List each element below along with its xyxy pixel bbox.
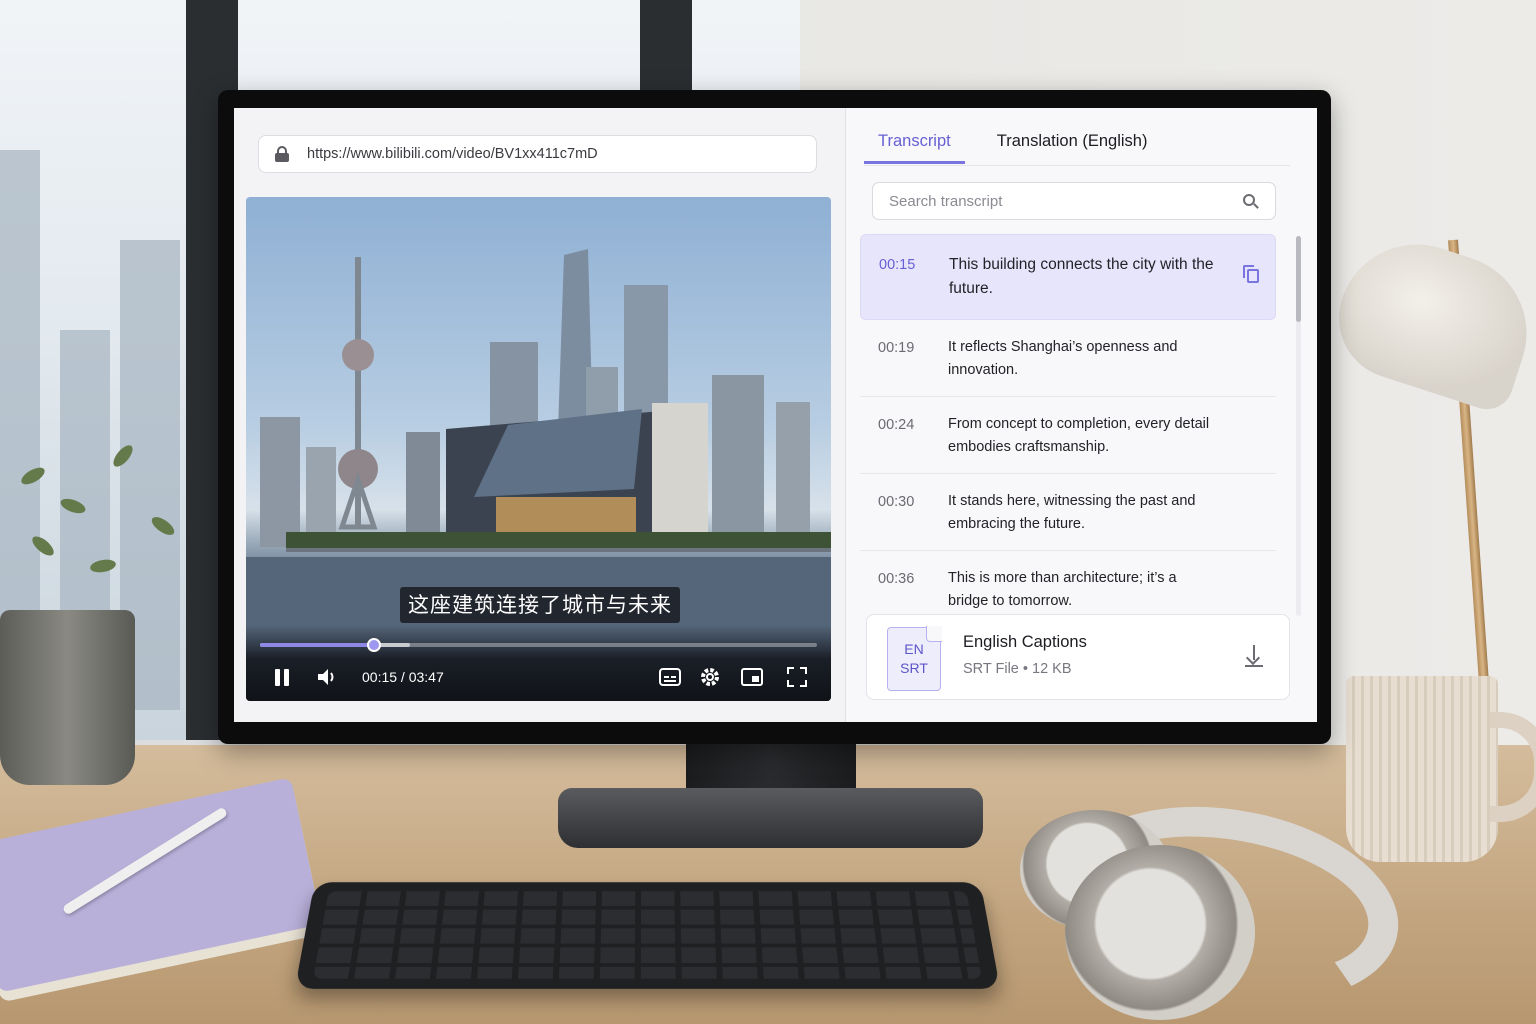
player-controls: 00:15 / 03:47 xyxy=(246,625,831,701)
transcript-row[interactable]: 00:19 It reflects Shanghai’s openness an… xyxy=(860,320,1276,397)
transcript-panel: Transcript Translation (English) 00:15 T… xyxy=(846,108,1317,722)
headphones xyxy=(1020,781,1414,1024)
row-timestamp: 00:36 xyxy=(878,571,915,587)
url-text: https://www.bilibili.com/video/BV1xx411c… xyxy=(307,146,598,162)
caption-file-title: English Captions xyxy=(963,633,1087,651)
file-icon: EN SRT xyxy=(887,626,942,691)
volume-icon[interactable] xyxy=(314,665,340,689)
caption-file-card[interactable]: EN SRT English Captions SRT File • 12 KB xyxy=(866,614,1290,700)
keyboard-keys xyxy=(313,891,982,979)
lock-icon xyxy=(275,146,289,162)
screen: https://www.bilibili.com/video/BV1xx411c… xyxy=(234,108,1317,722)
search-icon[interactable] xyxy=(1243,194,1259,210)
row-text: From concept to completion, every detail… xyxy=(948,416,1210,455)
tab-transcript[interactable]: Transcript xyxy=(864,128,965,164)
plant-pot xyxy=(0,610,135,785)
download-icon[interactable] xyxy=(1245,645,1263,667)
row-text: It reflects Shanghai’s openness and inno… xyxy=(948,339,1178,378)
monitor: https://www.bilibili.com/video/BV1xx411c… xyxy=(218,90,1331,744)
row-timestamp: 00:19 xyxy=(878,340,915,356)
progress-bar[interactable] xyxy=(260,638,817,652)
picture-in-picture-icon[interactable] xyxy=(740,665,764,689)
progress-played xyxy=(260,643,374,647)
row-text: This is more than architecture; it’s a b… xyxy=(948,570,1177,609)
search-input[interactable] xyxy=(889,192,1229,210)
row-text: It stands here, witnessing the past and … xyxy=(948,493,1196,532)
transcript-scrollbar[interactable] xyxy=(1296,236,1301,616)
copy-icon[interactable] xyxy=(1243,265,1259,283)
tab-translation-english[interactable]: Translation (English) xyxy=(983,128,1162,164)
coffee-mug-handle xyxy=(1490,712,1536,822)
video-player[interactable]: 这座建筑连接了城市与未来 00:15 / 03:47 xyxy=(246,197,831,701)
video-pane: https://www.bilibili.com/video/BV1xx411c… xyxy=(234,108,846,722)
transcript-row[interactable]: 00:30 It stands here, witnessing the pas… xyxy=(860,474,1276,551)
gear-icon[interactable] xyxy=(698,665,722,689)
fullscreen-icon[interactable] xyxy=(786,665,808,689)
file-icon-format: SRT xyxy=(900,660,928,676)
row-text: This building connects the city with the… xyxy=(949,256,1214,297)
tab-bar: Transcript Translation (English) xyxy=(864,128,1161,164)
tab-divider xyxy=(864,165,1290,166)
transcript-row-active[interactable]: 00:15 This building connects the city wi… xyxy=(860,234,1276,320)
caption-file-meta: SRT File • 12 KB xyxy=(963,661,1072,677)
address-bar[interactable]: https://www.bilibili.com/video/BV1xx411c… xyxy=(258,135,817,173)
transcript-row[interactable]: 00:36 This is more than architecture; it… xyxy=(860,551,1276,610)
row-timestamp: 00:24 xyxy=(878,417,915,433)
pause-icon[interactable] xyxy=(270,665,294,689)
video-subtitle: 这座建筑连接了城市与未来 xyxy=(400,587,680,623)
headphones-earcup xyxy=(1065,845,1255,1020)
scrollbar-thumb[interactable] xyxy=(1296,236,1301,322)
keyboard xyxy=(294,882,1001,989)
row-timestamp: 00:15 xyxy=(879,257,916,273)
transcript-search xyxy=(872,182,1276,220)
transcript-list: 00:15 This building connects the city wi… xyxy=(860,234,1280,610)
file-icon-language: EN xyxy=(904,641,924,657)
monitor-stand-base xyxy=(558,788,983,848)
progress-knob[interactable] xyxy=(366,638,381,652)
transcript-row[interactable]: 00:24 From concept to completion, every … xyxy=(860,397,1276,474)
time-display: 00:15 / 03:47 xyxy=(362,669,444,685)
captions-icon[interactable] xyxy=(658,665,682,689)
row-timestamp: 00:30 xyxy=(878,494,915,510)
